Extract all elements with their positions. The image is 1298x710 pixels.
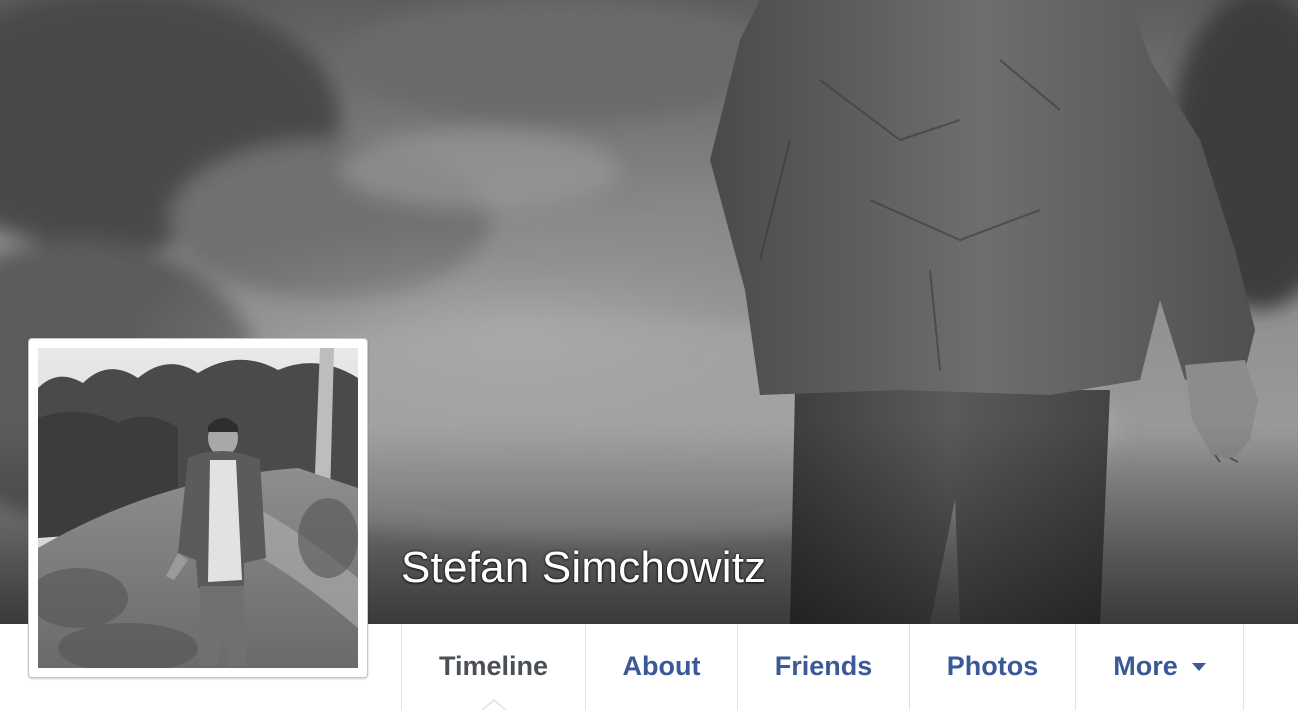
tab-friends[interactable]: Friends [738,624,910,710]
tab-about-label: About [622,651,701,681]
tab-photos[interactable]: Photos [910,624,1076,710]
tab-timeline[interactable]: Timeline [402,624,586,710]
tab-about[interactable]: About [586,624,738,710]
tab-photos-label: Photos [946,651,1039,681]
tab-timeline-label: Timeline [438,651,549,681]
chevron-down-icon [1191,663,1206,671]
profile-picture[interactable] [28,338,368,678]
tab-friends-label: Friends [774,651,873,681]
tab-more[interactable]: More [1076,624,1244,710]
profile-page: Stefan Simchowitz Timeline About Friends… [0,0,1298,710]
tab-more-label: More [1113,651,1178,681]
profile-tabs: Timeline About Friends Photos More [401,624,1244,710]
profile-name[interactable]: Stefan Simchowitz [401,542,766,594]
active-tab-indicator [479,699,508,710]
profile-picture-image [38,348,358,668]
